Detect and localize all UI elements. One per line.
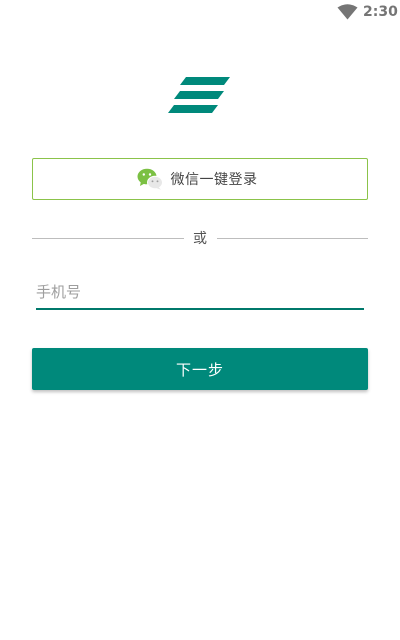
app-logo-icon (168, 77, 230, 113)
wifi-icon (337, 4, 358, 20)
status-bar: 2:30 (0, 0, 400, 24)
divider-line-right (217, 238, 368, 239)
wechat-login-label: 微信一键登录 (170, 172, 258, 188)
phone-number-input[interactable] (36, 278, 364, 310)
wechat-login-button[interactable]: 微信一键登录 (32, 158, 368, 200)
login-screen: 2:30 微信一键登录 或 下一步 (0, 0, 400, 640)
divider-text: 或 (193, 231, 207, 247)
wechat-icon (137, 168, 163, 190)
next-button[interactable]: 下一步 (32, 348, 368, 390)
divider-line-left (32, 238, 184, 239)
status-time: 2:30 (363, 4, 398, 20)
